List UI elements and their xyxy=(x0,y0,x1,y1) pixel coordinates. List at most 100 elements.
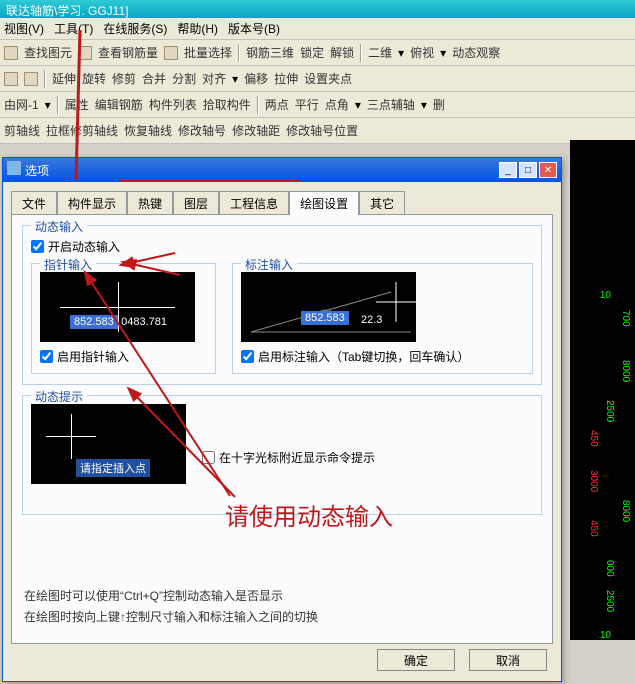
options-dialog: 选项 _ □ ✕ 文件 构件显示 热键 图层 工程信息 绘图设置 其它 动态输入… xyxy=(2,157,562,682)
tb-angle[interactable]: 点角 xyxy=(325,96,349,113)
dim-title: 标注输入 xyxy=(241,256,297,273)
group-dynamic-input: 动态输入 开启动态输入 指针输入 852.583 0483.781 启用指针输入… xyxy=(22,225,542,385)
ptr-preview: 852.583 0483.781 xyxy=(40,272,195,342)
tb-pick[interactable]: 拾取构件 xyxy=(203,96,251,113)
tb-cutaxis[interactable]: 剪轴线 xyxy=(4,122,40,139)
tb-unlock[interactable]: 解锁 xyxy=(330,44,354,61)
tb-batch[interactable]: 批量选择 xyxy=(184,44,232,61)
tb-del[interactable]: 删 xyxy=(433,96,445,113)
net-label[interactable]: 由网-1 xyxy=(4,96,39,113)
tab-hotkey[interactable]: 热键 xyxy=(127,191,173,215)
group-pointer-input: 指针输入 852.583 0483.781 启用指针输入 xyxy=(31,263,216,374)
chk-ptr-label: 启用指针输入 xyxy=(57,348,129,365)
tab-file[interactable]: 文件 xyxy=(11,191,57,215)
sep xyxy=(360,44,362,62)
hint-preview: 请指定插入点 xyxy=(31,404,186,484)
tb-edit[interactable]: 编辑钢筋 xyxy=(95,96,143,113)
sep xyxy=(44,70,46,88)
menu-version[interactable]: 版本号(B) xyxy=(228,20,280,37)
group-title-dyn: 动态输入 xyxy=(31,218,87,235)
cancel-button[interactable]: 取消 xyxy=(469,649,547,671)
dim-e: 450 xyxy=(588,430,599,447)
tb-find[interactable]: 查找图元 xyxy=(24,44,72,61)
dim-h: 450 xyxy=(588,520,599,537)
tab-other[interactable]: 其它 xyxy=(359,191,405,215)
tab-strip: 文件 构件显示 热键 图层 工程信息 绘图设置 其它 xyxy=(11,190,553,214)
undo-icon[interactable] xyxy=(4,72,18,86)
tb-stretch[interactable]: 拉伸 xyxy=(274,70,298,87)
hint-title: 动态提示 xyxy=(31,388,87,405)
dim-f: 3000 xyxy=(588,470,599,492)
close-button[interactable]: ✕ xyxy=(539,162,557,178)
tb-lock[interactable]: 锁定 xyxy=(300,44,324,61)
sep xyxy=(238,44,240,62)
tb-modnum[interactable]: 修改轴号 xyxy=(178,122,226,139)
tab-body: 动态输入 开启动态输入 指针输入 852.583 0483.781 启用指针输入… xyxy=(11,214,553,644)
ok-button[interactable]: 确定 xyxy=(377,649,455,671)
tab-draw-settings[interactable]: 绘图设置 xyxy=(289,191,359,215)
batch-icon[interactable] xyxy=(164,46,178,60)
tb-modpos[interactable]: 修改轴号位置 xyxy=(286,122,358,139)
dim-b: 700 xyxy=(620,310,631,327)
chk-ptr-box[interactable] xyxy=(40,350,53,363)
tb-align[interactable]: 对齐 xyxy=(202,70,226,87)
sep xyxy=(57,96,59,114)
chk-hint-box[interactable] xyxy=(202,451,215,464)
chk-dim-box[interactable] xyxy=(241,350,254,363)
tb-rebar[interactable]: 查看钢筋量 xyxy=(98,44,158,61)
tb-2d[interactable]: 二维 xyxy=(368,44,392,61)
tb-top[interactable]: 俯视 xyxy=(410,44,434,61)
tb-2pt[interactable]: 两点 xyxy=(265,96,289,113)
tb-3d[interactable]: 钢筋三维 xyxy=(246,44,294,61)
group-dim-input: 标注输入 852.583 22.3 启用标注输入（Tab键切换，回车确认） xyxy=(232,263,533,374)
tb-props[interactable]: 属性 xyxy=(65,96,89,113)
chk-dim[interactable]: 启用标注输入（Tab键切换，回车确认） xyxy=(241,348,524,365)
tb-rotate[interactable]: 旋转 xyxy=(82,70,106,87)
toolbar-2: 延伸 旋转 修剪 合并 分割 对齐▾ 偏移 拉伸 设置夹点 xyxy=(0,66,635,92)
menu-view[interactable]: 视图(V) xyxy=(4,20,44,37)
dialog-titlebar[interactable]: 选项 _ □ ✕ xyxy=(3,158,561,182)
tb-offset[interactable]: 偏移 xyxy=(244,70,268,87)
tb-orbit[interactable]: 动态观察 xyxy=(452,44,500,61)
tb-parallel[interactable]: 平行 xyxy=(295,96,319,113)
dialog-buttons: 确定 取消 xyxy=(377,649,547,671)
tab-layer[interactable]: 图层 xyxy=(173,191,219,215)
tb-3pt[interactable]: 三点辅轴 xyxy=(367,96,415,113)
redo-icon[interactable] xyxy=(24,72,38,86)
dim-c: 8000 xyxy=(620,360,631,382)
ptr-val2: 0483.781 xyxy=(121,316,167,328)
dim-d: 2500 xyxy=(604,400,615,422)
tb-moddist[interactable]: 修改轴距 xyxy=(232,122,280,139)
chk-dim-label: 启用标注输入（Tab键切换，回车确认） xyxy=(258,348,469,365)
tb-boxcut[interactable]: 拉框修剪轴线 xyxy=(46,122,118,139)
menu-help[interactable]: 帮助(H) xyxy=(177,20,218,37)
menubar: 视图(V) 工具(T) 在线服务(S) 帮助(H) 版本号(B) xyxy=(0,18,635,40)
tb-trim[interactable]: 修剪 xyxy=(112,70,136,87)
tab-display[interactable]: 构件显示 xyxy=(57,191,127,215)
dim-val2: 22.3 xyxy=(361,314,382,326)
chk-ptr[interactable]: 启用指针输入 xyxy=(40,348,207,365)
note1: 在绘图时可以使用“Ctrl+Q”控制动态输入是否显示 xyxy=(24,587,540,604)
menu-online[interactable]: 在线服务(S) xyxy=(103,20,167,37)
drawing-canvas[interactable]: 10 700 8000 2500 450 3000 8000 450 000 2… xyxy=(570,140,635,640)
crosshair-h2 xyxy=(46,436,96,437)
chk-hint[interactable]: 在十字光标附近显示命令提示 xyxy=(202,424,375,490)
menu-tools[interactable]: 工具(T) xyxy=(54,20,93,37)
tab-project[interactable]: 工程信息 xyxy=(219,191,289,215)
tb-list[interactable]: 构件列表 xyxy=(149,96,197,113)
tb-merge[interactable]: 合并 xyxy=(142,70,166,87)
hint-box-text: 请指定插入点 xyxy=(76,459,150,477)
tb-split[interactable]: 分割 xyxy=(172,70,196,87)
chk-open-dyn-box[interactable] xyxy=(31,240,44,253)
maximize-button[interactable]: □ xyxy=(519,162,537,178)
tb-restore[interactable]: 恢复轴线 xyxy=(124,122,172,139)
tb-grips[interactable]: 设置夹点 xyxy=(304,70,352,87)
minimize-button[interactable]: _ xyxy=(499,162,517,178)
find-icon[interactable] xyxy=(4,46,18,60)
tb-extend[interactable]: 延伸 xyxy=(52,70,76,87)
dialog-title: 选项 xyxy=(25,164,49,178)
rebar-icon[interactable] xyxy=(78,46,92,60)
app-titlebar: 联达轴筋\学习. GGJ11] xyxy=(0,0,635,18)
chk-open-dyn[interactable]: 开启动态输入 xyxy=(31,238,533,255)
dialog-icon xyxy=(7,161,21,175)
